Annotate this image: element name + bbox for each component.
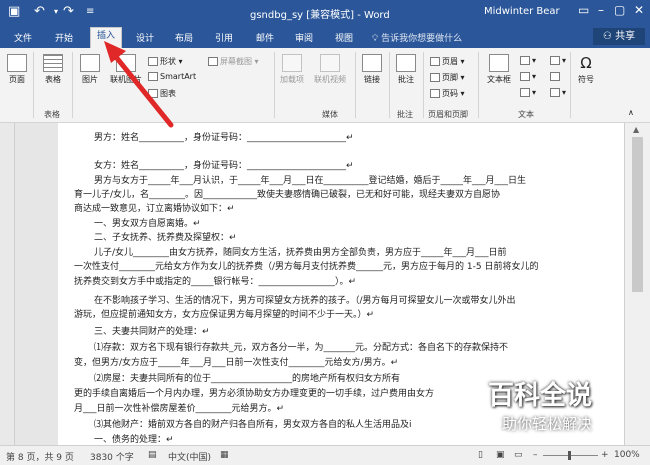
- zoom-out-icon[interactable]: –: [533, 450, 538, 460]
- zoom-slider-thumb[interactable]: [568, 451, 571, 460]
- arrow-shaft: [113, 54, 174, 128]
- proofing-icon[interactable]: ▤: [148, 450, 157, 460]
- zoom-level[interactable]: 100%: [614, 450, 640, 460]
- zoom-in-icon[interactable]: +: [601, 450, 609, 460]
- language-indicator[interactable]: 中文(中国): [168, 450, 211, 463]
- annotation-arrow: [104, 41, 174, 128]
- macro-icon[interactable]: ▦: [220, 450, 229, 460]
- word-count[interactable]: 3830 个字: [90, 450, 134, 463]
- print-layout-icon[interactable]: ▣: [496, 450, 505, 460]
- arrow-head: [104, 41, 126, 63]
- status-bar: 第 8 页，共 9 页 3830 个字 ▤ 中文(中国) ▦ ▯ ▣ ▭ – +…: [0, 445, 650, 465]
- web-layout-icon[interactable]: ▭: [514, 450, 523, 460]
- read-mode-icon[interactable]: ▯: [478, 450, 483, 460]
- page-counter[interactable]: 第 8 页，共 9 页: [6, 450, 74, 463]
